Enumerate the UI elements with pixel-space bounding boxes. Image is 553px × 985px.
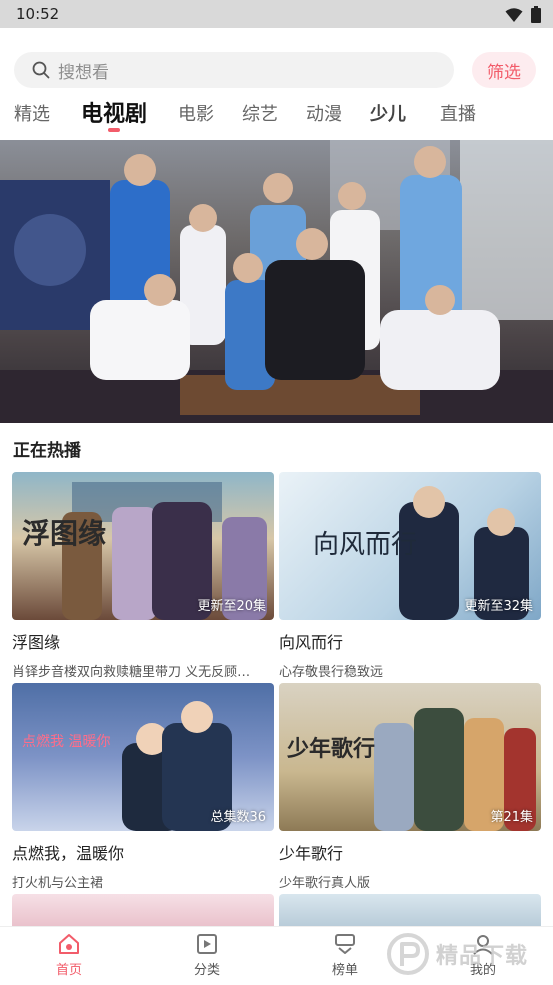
ranking-icon xyxy=(335,934,355,954)
show-subtitle: 少年歌行真人版 xyxy=(279,876,371,891)
nav-ranking[interactable]: 榜单 xyxy=(310,933,380,978)
show-subtitle: 肖铎步音楼双向救赎糖里带刀 义无反顾… xyxy=(12,665,251,680)
show-poster[interactable]: 点燃我 温暖你 总集数36 xyxy=(12,683,274,831)
watermark: 精品下载 xyxy=(386,928,546,980)
nav-category-label: 分类 xyxy=(193,963,220,978)
active-tab-indicator xyxy=(108,128,120,132)
poster-title-art: 少年歌行 xyxy=(287,737,376,762)
show-poster[interactable]: 浮图缘 更新至20集 xyxy=(12,472,274,620)
battery-icon xyxy=(531,6,541,23)
filter-button[interactable]: 筛选 xyxy=(472,52,536,88)
show-card[interactable]: 点燃我 温暖你 总集数36 点燃我，温暖你 打火机与公主裙 xyxy=(12,683,274,891)
show-card[interactable]: 少年歌行 第21集 少年歌行 少年歌行真人版 xyxy=(279,683,541,891)
tab-variety[interactable]: 综艺 xyxy=(242,100,278,126)
episode-badge: 更新至32集 xyxy=(464,599,533,614)
show-title[interactable]: 点燃我，温暖你 xyxy=(12,840,274,864)
nav-ranking-label: 榜单 xyxy=(331,963,358,978)
category-icon xyxy=(197,934,217,954)
search-placeholder: 搜想看 xyxy=(58,62,109,83)
watermark-text: 精品下载 xyxy=(436,944,529,969)
status-bar: 10:52 xyxy=(0,0,553,28)
show-title[interactable]: 向风而行 xyxy=(279,629,541,653)
show-title[interactable]: 浮图缘 xyxy=(12,629,274,653)
wifi-icon xyxy=(505,7,523,22)
nav-home-label: 首页 xyxy=(55,963,82,978)
show-poster-partial[interactable] xyxy=(12,894,274,926)
poster-title-art: 向风而行 xyxy=(313,530,418,560)
show-subtitle: 心存敬畏行稳致远 xyxy=(279,665,384,680)
home-icon xyxy=(59,934,79,954)
watermark-logo-icon xyxy=(387,933,429,975)
hero-banner[interactable] xyxy=(0,140,553,423)
search-input[interactable]: 搜想看 xyxy=(14,52,454,88)
show-poster[interactable]: 少年歌行 第21集 xyxy=(279,683,541,831)
banner-artwork xyxy=(0,140,553,423)
tab-tv-series[interactable]: 电视剧 xyxy=(81,96,147,128)
show-subtitle: 打火机与公主裙 xyxy=(12,876,104,891)
show-card[interactable]: 浮图缘 更新至20集 浮图缘 肖铎步音楼双向救赎糖里带刀 义无反顾… xyxy=(12,472,274,680)
search-icon xyxy=(32,61,50,79)
tab-live[interactable]: 直播 xyxy=(440,100,476,126)
category-tabs: 精选 电视剧 电影 综艺 动漫 少儿 直播 xyxy=(0,96,553,136)
episode-badge: 第21集 xyxy=(490,810,533,825)
tab-featured[interactable]: 精选 xyxy=(14,100,50,126)
episode-badge: 更新至20集 xyxy=(197,599,266,614)
show-card[interactable]: 向风而行 更新至32集 向风而行 心存敬畏行稳致远 xyxy=(279,472,541,680)
tab-kids[interactable]: 少儿 xyxy=(370,100,406,126)
tab-anime[interactable]: 动漫 xyxy=(306,100,342,126)
poster-title-art: 点燃我 温暖你 xyxy=(22,734,111,750)
poster-title-art: 浮图缘 xyxy=(22,517,107,550)
nav-home[interactable]: 首页 xyxy=(34,933,104,978)
status-icons xyxy=(505,6,541,23)
show-title[interactable]: 少年歌行 xyxy=(279,840,541,864)
nav-category[interactable]: 分类 xyxy=(172,933,242,978)
tab-movies[interactable]: 电影 xyxy=(178,100,214,126)
status-time: 10:52 xyxy=(16,5,60,23)
episode-badge: 总集数36 xyxy=(210,810,266,825)
search-row: 搜想看 筛选 xyxy=(0,50,553,90)
show-poster[interactable]: 向风而行 更新至32集 xyxy=(279,472,541,620)
section-title-now-playing: 正在热播 xyxy=(13,441,81,461)
show-poster-partial[interactable] xyxy=(279,894,541,926)
